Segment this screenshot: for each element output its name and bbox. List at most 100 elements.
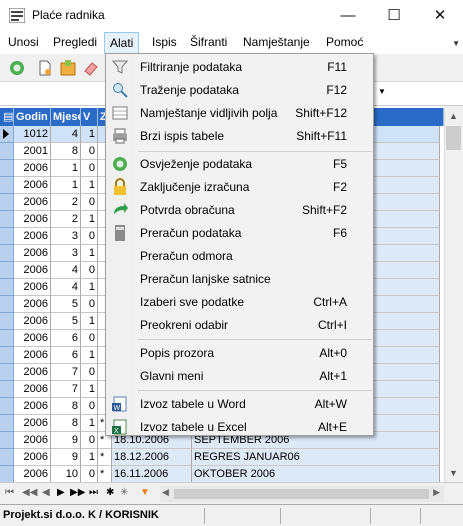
table-cell[interactable]: 2006 [14, 398, 51, 415]
last-record-icon[interactable]: ⏭ [89, 487, 98, 498]
table-row[interactable]: 2006 10 0 * 16.11.2006 OKTOBER 2006 [14, 466, 440, 483]
scroll-down-icon[interactable]: ▼ [445, 465, 462, 482]
row-selector[interactable] [0, 466, 14, 483]
table-cell[interactable]: 0 [81, 466, 98, 483]
table-cell[interactable]: 0 [81, 228, 98, 245]
prev-page-icon[interactable]: ◀◀ [22, 487, 37, 498]
table-cell[interactable]: 4 [51, 126, 81, 143]
menu-item-brzi-ispis[interactable]: Brzi ispis tabele Shift+F11 [106, 125, 373, 147]
table-cell[interactable]: 4 [51, 262, 81, 279]
table-cell[interactable]: 6 [51, 330, 81, 347]
menu-item-preokreni-odabir[interactable]: Preokreni odabir Ctrl+I [106, 314, 373, 336]
row-selector[interactable] [0, 313, 14, 330]
horizontal-scroll-thumb[interactable] [174, 489, 429, 499]
table-cell[interactable]: 2006 [14, 211, 51, 228]
row-selector[interactable] [0, 381, 14, 398]
table-cell[interactable]: REGRES JANUAR06 [192, 449, 440, 466]
table-cell[interactable]: * [98, 449, 112, 466]
table-cell[interactable]: 3 [51, 228, 81, 245]
menu-pomoc[interactable]: Pomoć [326, 35, 363, 49]
chevron-down-icon[interactable]: ▼ [378, 87, 386, 96]
table-cell[interactable]: 2006 [14, 262, 51, 279]
column-header-mjesec[interactable]: Mjeseo [51, 108, 81, 126]
table-cell[interactable]: 0 [81, 330, 98, 347]
table-cell[interactable]: 2001 [14, 143, 51, 160]
scroll-left-icon[interactable]: ◀ [162, 487, 169, 498]
row-selector[interactable] [0, 449, 14, 466]
table-cell[interactable]: 2006 [14, 194, 51, 211]
row-selector[interactable] [0, 194, 14, 211]
row-selector[interactable] [0, 245, 14, 262]
row-selector[interactable] [0, 262, 14, 279]
menu-pregledi[interactable]: Pregledi [53, 35, 97, 49]
table-cell[interactable]: 2006 [14, 364, 51, 381]
table-cell[interactable]: 4 [51, 279, 81, 296]
column-header-v[interactable]: V [81, 108, 98, 126]
row-selector[interactable] [0, 160, 14, 177]
table-cell[interactable]: 0 [81, 296, 98, 313]
row-selector[interactable] [0, 432, 14, 449]
table-cell[interactable]: 16.11.2006 [112, 466, 192, 483]
maximize-button[interactable]: ☐ [371, 0, 417, 31]
table-cell[interactable]: 2006 [14, 330, 51, 347]
menu-item-izaberi-sve[interactable]: Izaberi sve podatke Ctrl+A [106, 291, 373, 313]
table-cell[interactable]: 0 [81, 398, 98, 415]
table-cell[interactable]: 7 [51, 364, 81, 381]
table-cell[interactable]: * [98, 466, 112, 483]
row-selector[interactable] [0, 279, 14, 296]
vertical-scrollbar[interactable]: ▲ ▼ [444, 108, 461, 482]
row-selector[interactable] [0, 126, 14, 143]
table-cell[interactable]: 9 [51, 432, 81, 449]
table-cell[interactable]: 2006 [14, 296, 51, 313]
table-cell[interactable]: 7 [51, 381, 81, 398]
minimize-button[interactable]: — [325, 0, 371, 31]
box-icon[interactable] [59, 59, 77, 77]
table-cell[interactable]: 2006 [14, 160, 51, 177]
table-cell[interactable]: 10 [51, 466, 81, 483]
menu-ispis[interactable]: Ispis [152, 35, 177, 49]
next-page-icon[interactable]: ▶▶ [70, 487, 85, 498]
table-cell[interactable]: 1 [81, 126, 98, 143]
table-cell[interactable]: 1 [81, 449, 98, 466]
table-cell[interactable]: 2006 [14, 466, 51, 483]
table-cell[interactable]: 0 [81, 262, 98, 279]
table-cell[interactable]: 2006 [14, 228, 51, 245]
row-selector-header[interactable]: ▤ [0, 108, 14, 126]
menu-item-preracun-satnice[interactable]: Preračun lanjske satnice [106, 268, 373, 290]
table-cell[interactable]: OKTOBER 2006 [192, 466, 440, 483]
menu-sifranti[interactable]: Šifranti [190, 35, 227, 49]
next-record-icon[interactable]: ▶ [57, 487, 65, 498]
menu-item-izvoz-excel[interactable]: X Izvoz tabele u Excel Alt+E [106, 416, 373, 438]
table-cell[interactable]: 2 [51, 194, 81, 211]
row-selector[interactable] [0, 398, 14, 415]
table-cell[interactable]: 8 [51, 398, 81, 415]
table-cell[interactable]: 1 [81, 313, 98, 330]
table-cell[interactable]: 2006 [14, 347, 51, 364]
table-cell[interactable]: 1 [81, 381, 98, 398]
table-row[interactable]: 2006 9 1 * 18.12.2006 REGRES JANUAR06 [14, 449, 440, 466]
table-cell[interactable]: 2006 [14, 432, 51, 449]
row-selector[interactable] [0, 228, 14, 245]
table-cell[interactable]: 1 [51, 160, 81, 177]
close-button[interactable]: ✕ [417, 0, 463, 31]
table-cell[interactable]: 1 [81, 279, 98, 296]
horizontal-scrollbar[interactable]: ◀ ▶ [160, 486, 444, 502]
row-selector[interactable] [0, 211, 14, 228]
table-cell[interactable]: 0 [81, 432, 98, 449]
table-cell[interactable]: 2006 [14, 279, 51, 296]
menu-item-osvjezenje[interactable]: Osvježenje podataka F5 [106, 153, 373, 175]
table-cell[interactable]: 0 [81, 194, 98, 211]
table-cell[interactable]: 5 [51, 313, 81, 330]
table-cell[interactable]: 1 [81, 211, 98, 228]
prev-record-icon[interactable]: ◀ [42, 487, 50, 498]
table-cell[interactable]: 2006 [14, 177, 51, 194]
table-cell[interactable]: 6 [51, 347, 81, 364]
eraser-icon[interactable] [82, 59, 100, 77]
table-cell[interactable]: 9 [51, 449, 81, 466]
table-cell[interactable]: 2006 [14, 381, 51, 398]
menu-item-namjestanje-polja[interactable]: Namještanje vidljivih polja Shift+F12 [106, 102, 373, 124]
new-document-icon[interactable] [36, 59, 54, 77]
table-cell[interactable]: 8 [51, 143, 81, 160]
table-cell[interactable]: 0 [81, 143, 98, 160]
row-selector[interactable] [0, 415, 14, 432]
